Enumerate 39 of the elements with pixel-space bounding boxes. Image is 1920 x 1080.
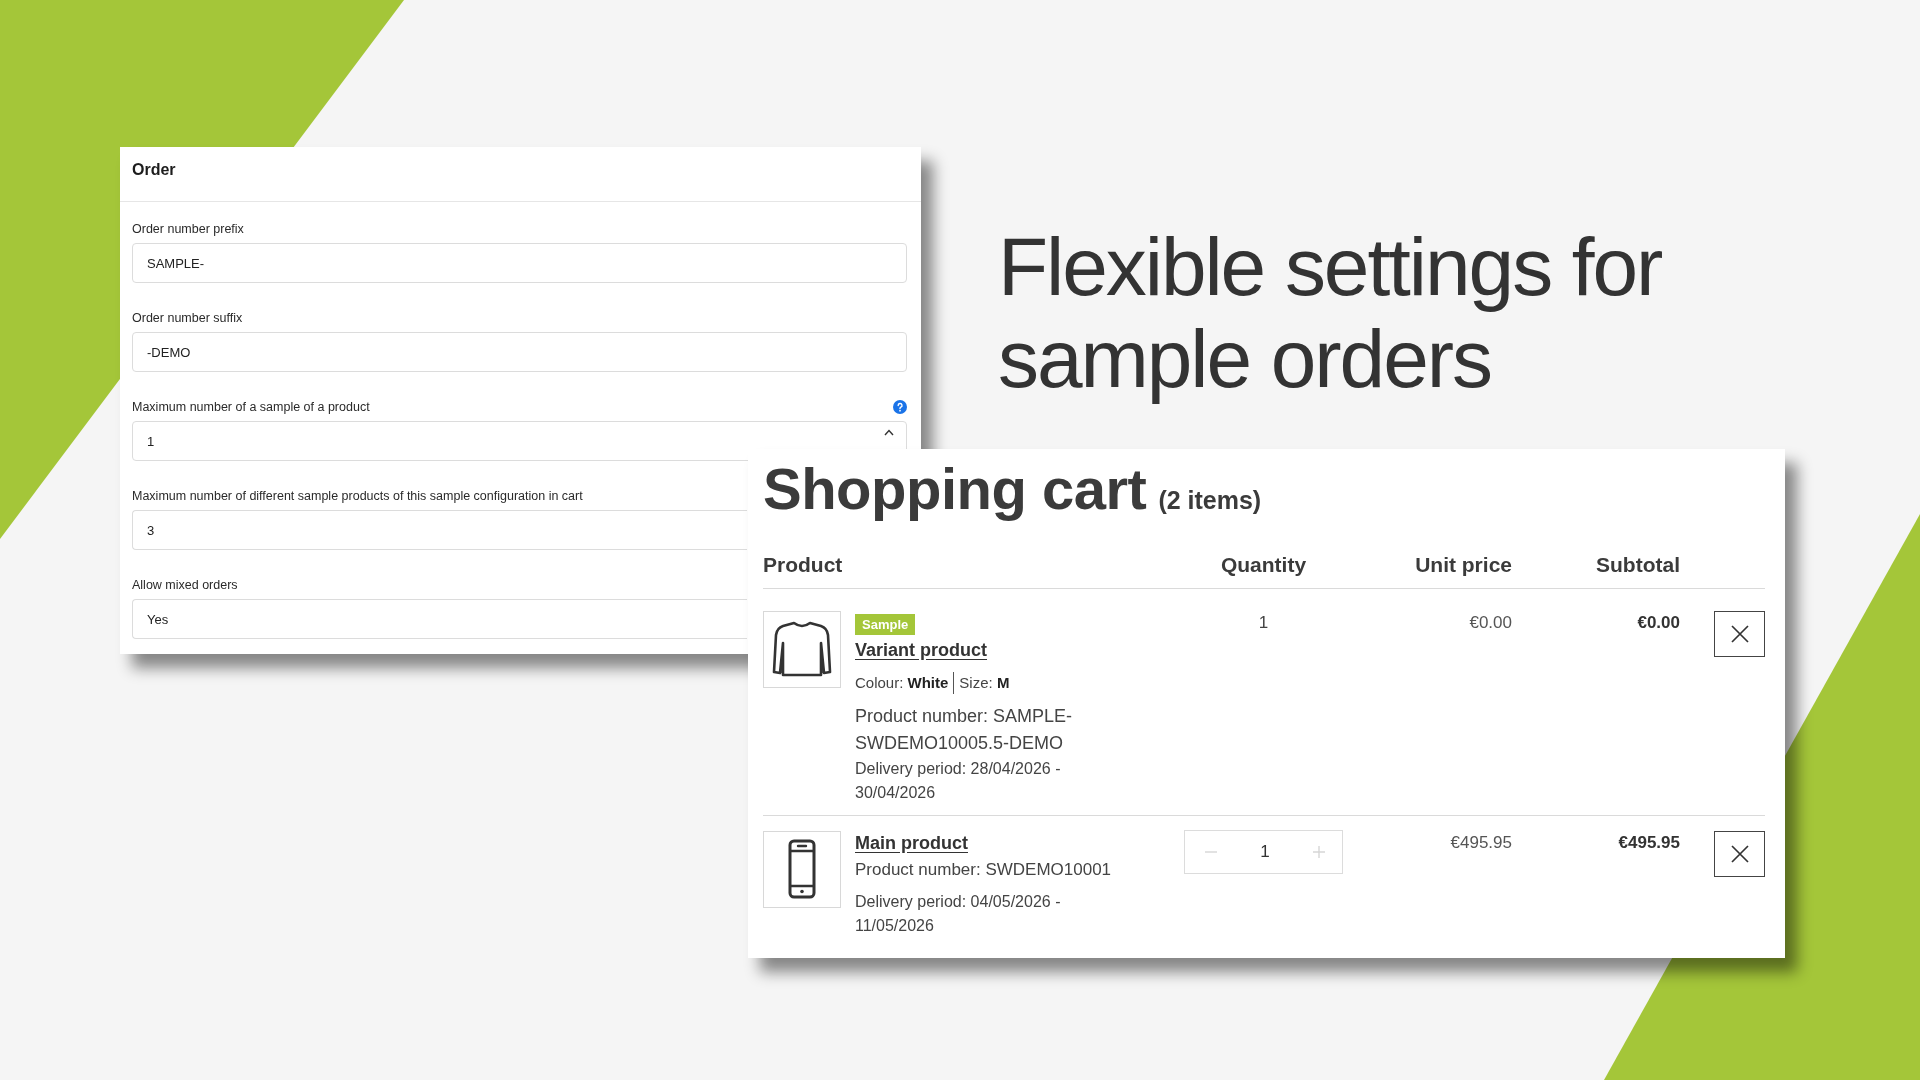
subtotal: €0.00: [1637, 612, 1680, 634]
variant-attribute: Colour: White: [855, 673, 949, 693]
product-link[interactable]: Variant product: [855, 638, 988, 662]
variant-attribute: Size: M: [953, 672, 1010, 694]
input-field[interactable]: Yes: [132, 599, 747, 639]
headline: Flexible settings for sample orders: [998, 221, 1663, 405]
product-link[interactable]: Main product: [855, 831, 968, 855]
product-number: Product number: SAMPLE-SWDEMO10005.5-DEMO: [855, 705, 1074, 755]
column-header: Quantity: [1220, 553, 1307, 577]
remove-button[interactable]: [1714, 611, 1765, 657]
unit-price: €495.95: [1450, 832, 1512, 854]
input-field[interactable]: -DEMO: [132, 332, 907, 372]
column-header: Subtotal: [1596, 553, 1680, 577]
delivery-period: Delivery period: 28/04/2026 - 30/04/2026: [855, 759, 1062, 803]
field-label: Allow mixed orders: [132, 577, 238, 593]
chevron-up-icon[interactable]: [884, 429, 894, 436]
quantity-text: 1: [1258, 612, 1269, 634]
product-badge: Sample: [855, 614, 916, 635]
input-field[interactable]: 3: [132, 510, 747, 550]
help-icon[interactable]: [893, 400, 907, 414]
product-number: Product number: SWDEMO10001: [855, 859, 1112, 881]
phone-icon: [763, 831, 841, 908]
field-label: Maximum number of a sample of a product: [132, 399, 370, 415]
delivery-period: Delivery period: 04/05/2026 - 11/05/2026: [855, 892, 1062, 936]
number-field[interactable]: 1: [132, 421, 907, 461]
field-label: Order number prefix: [132, 221, 244, 237]
subtotal: €495.95: [1618, 832, 1680, 854]
unit-price: €0.00: [1469, 612, 1512, 634]
column-header: Unit price: [1415, 553, 1512, 577]
panel-title: Order: [132, 161, 176, 179]
close-icon: [1730, 625, 1749, 643]
item-count: (2 items): [1158, 486, 1262, 515]
close-icon: [1730, 845, 1749, 863]
remove-button[interactable]: [1714, 831, 1765, 877]
input-field[interactable]: SAMPLE-: [132, 243, 907, 283]
field-label: Order number suffix: [132, 310, 243, 326]
shirt-icon: [763, 611, 841, 688]
column-header: Product: [763, 553, 843, 577]
field-label: Maximum number of different sample products of this sample configuration in cart: [132, 488, 583, 504]
